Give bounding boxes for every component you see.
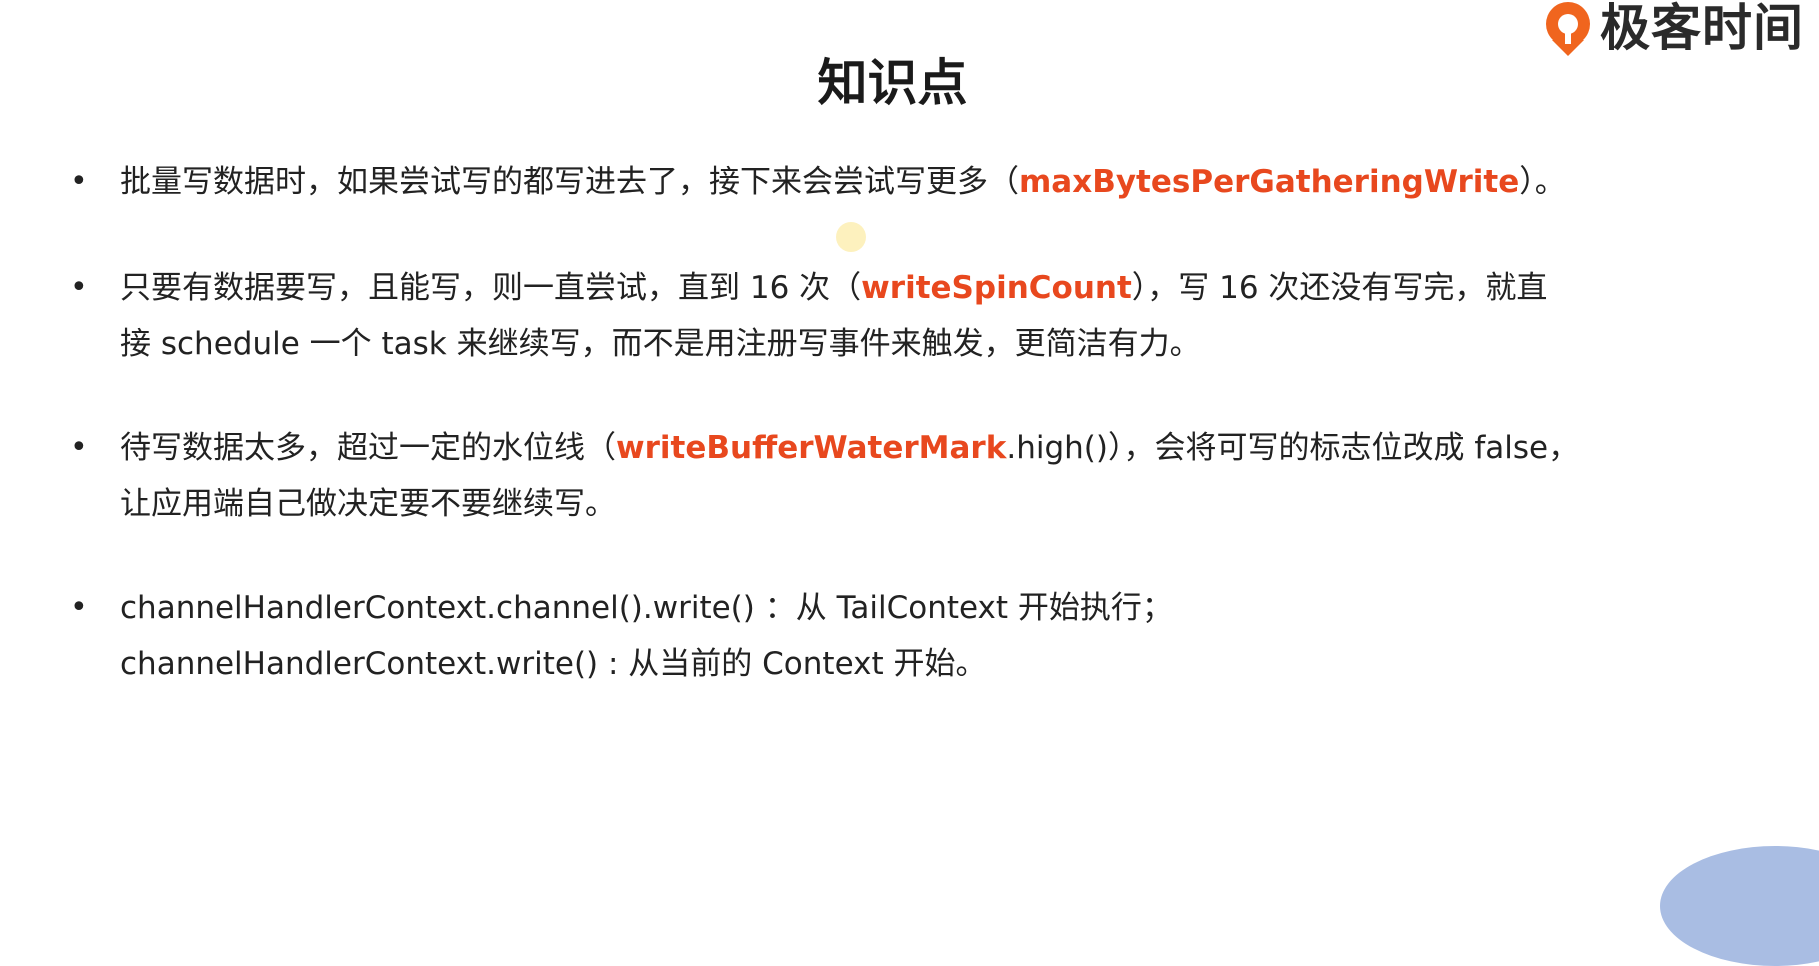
corner-avatar-bubble — [1660, 846, 1819, 966]
bullet-dot: • — [70, 270, 88, 305]
bullet-line: channelHandlerContext.channel().write() … — [120, 590, 1173, 626]
bullet-line: 只要有数据要写，且能写，则一直尝试，直到 16 次（writeSpinCount… — [120, 270, 1548, 306]
bullet-line: 让应用端自己做决定要不要继续写。 — [120, 486, 616, 522]
bullet-dot: • — [70, 590, 88, 625]
bullet-line: channelHandlerContext.write() : 从当前的 Con… — [120, 646, 987, 682]
highlight-term: writeBufferWaterMark — [616, 430, 1007, 466]
bullet-line: 待写数据太多，超过一定的水位线（writeBufferWaterMark.hig… — [120, 430, 1580, 466]
bullet-dot: • — [70, 430, 88, 465]
mouse-cursor-highlight — [836, 222, 866, 252]
highlight-term: maxBytesPerGatheringWrite — [1019, 164, 1520, 200]
bullet-line: 批量写数据时，如果尝试写的都写进去了，接下来会尝试写更多（maxBytesPer… — [120, 164, 1566, 200]
page-title: 知识点 — [817, 54, 968, 112]
highlight-term: writeSpinCount — [861, 270, 1132, 306]
bullet-dot: • — [70, 164, 88, 199]
bullet-line: 接 schedule 一个 task 来继续写，而不是用注册写事件来触发，更简洁… — [120, 326, 1201, 362]
